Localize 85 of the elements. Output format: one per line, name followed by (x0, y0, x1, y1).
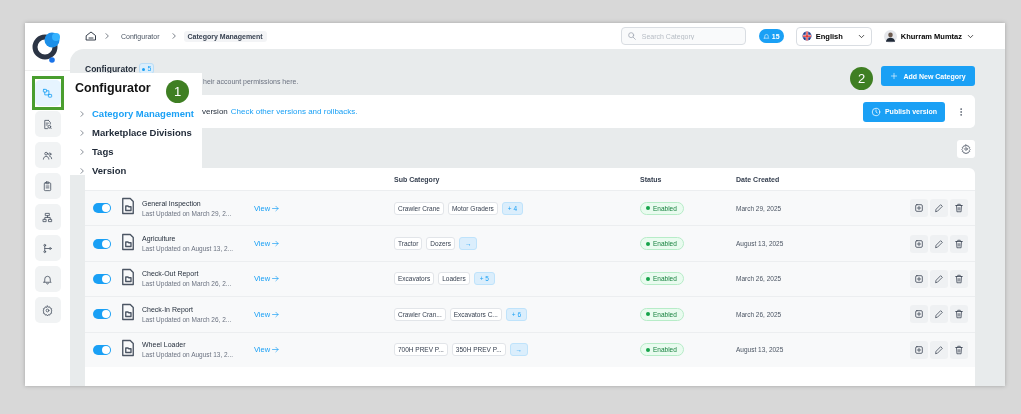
branch-icon (42, 242, 53, 254)
chevron-right-icon (78, 109, 86, 118)
clock-icon (870, 106, 881, 117)
plus-icon (890, 72, 899, 80)
sidebar-button[interactable] (34, 142, 61, 168)
flag-icon (801, 31, 812, 41)
chevron-right-icon (78, 166, 86, 175)
edit-button[interactable] (930, 199, 948, 218)
pencil-icon (934, 238, 944, 249)
toggle-switch[interactable] (93, 203, 111, 214)
menu-item[interactable]: Marketplace Divisions (75, 123, 192, 142)
add-button[interactable] (910, 305, 928, 324)
delete-button[interactable] (950, 234, 968, 253)
menu-title: Configurator (75, 81, 151, 95)
chevron-right-icon (78, 128, 86, 137)
folder-file-icon (119, 337, 137, 358)
menu-item[interactable]: Category Management (75, 104, 194, 123)
menu-item[interactable]: Tags (75, 142, 114, 161)
versions-link[interactable]: Check other versions and rollbacks. (230, 107, 358, 116)
chevron-right-icon (78, 147, 86, 156)
sidebar-button[interactable] (34, 235, 61, 261)
clipboard-icon (42, 180, 53, 192)
hierarchy-icon (42, 211, 53, 223)
gear-icon (42, 304, 53, 316)
pencil-icon (934, 309, 944, 320)
pencil-icon (934, 344, 944, 355)
delete-button[interactable] (950, 269, 968, 288)
add-button[interactable] (910, 340, 928, 359)
sidebar-button[interactable] (34, 297, 61, 323)
network-icon (42, 87, 53, 99)
toggle-switch[interactable] (93, 309, 111, 320)
settings-button[interactable] (957, 140, 975, 158)
trash-icon (954, 309, 964, 320)
folder-file-icon (119, 231, 137, 252)
document-search-icon (42, 118, 53, 130)
add-button[interactable] (910, 234, 928, 253)
sidebar-button[interactable] (34, 266, 61, 292)
menu-item[interactable]: Version (75, 161, 127, 180)
plus-square-icon (914, 238, 924, 249)
add-button[interactable] (910, 269, 928, 288)
version-text: version (202, 107, 228, 116)
delete-button[interactable] (950, 305, 968, 324)
add-button[interactable] (910, 199, 928, 218)
folder-file-icon (119, 302, 137, 323)
edit-button[interactable] (930, 340, 948, 359)
toggle-switch[interactable] (93, 273, 111, 284)
users-icon (42, 149, 53, 161)
pencil-icon (934, 273, 944, 284)
trash-icon (954, 203, 964, 214)
plus-square-icon (914, 203, 924, 214)
sidebar-button[interactable] (34, 173, 61, 199)
trash-icon (954, 344, 964, 355)
pencil-icon (934, 203, 944, 214)
plus-square-icon (914, 273, 924, 284)
edit-button[interactable] (930, 234, 948, 253)
arrow-right-icon (271, 239, 281, 249)
search-icon (626, 31, 637, 41)
sidebar-button[interactable] (34, 111, 61, 137)
settings-icon (961, 144, 971, 154)
plus-square-icon (914, 309, 924, 320)
arrow-right-icon (271, 203, 281, 213)
sidebar-button[interactable] (34, 80, 61, 106)
arrow-right-icon (271, 309, 281, 319)
edit-button[interactable] (930, 269, 948, 288)
delete-button[interactable] (950, 199, 968, 218)
arrow-right-icon (271, 274, 281, 284)
toggle-switch[interactable] (93, 344, 111, 355)
trash-icon (954, 273, 964, 284)
folder-file-icon (119, 266, 137, 287)
delete-button[interactable] (950, 340, 968, 359)
edit-button[interactable] (930, 305, 948, 324)
plus-square-icon (914, 344, 924, 355)
toggle-switch[interactable] (93, 238, 111, 249)
chevron-right-icon (169, 32, 178, 40)
bell-icon (762, 32, 770, 40)
sidebar-button[interactable] (34, 204, 61, 230)
chevron-right-icon (103, 32, 111, 40)
folder-file-icon (119, 196, 137, 217)
home-icon (85, 30, 97, 42)
trash-icon (954, 238, 964, 249)
arrow-right-icon (271, 345, 281, 355)
page-title: Configurator (85, 63, 137, 74)
bell-icon (42, 273, 53, 285)
highlight-frame (32, 76, 64, 110)
avatar-icon (883, 29, 897, 43)
